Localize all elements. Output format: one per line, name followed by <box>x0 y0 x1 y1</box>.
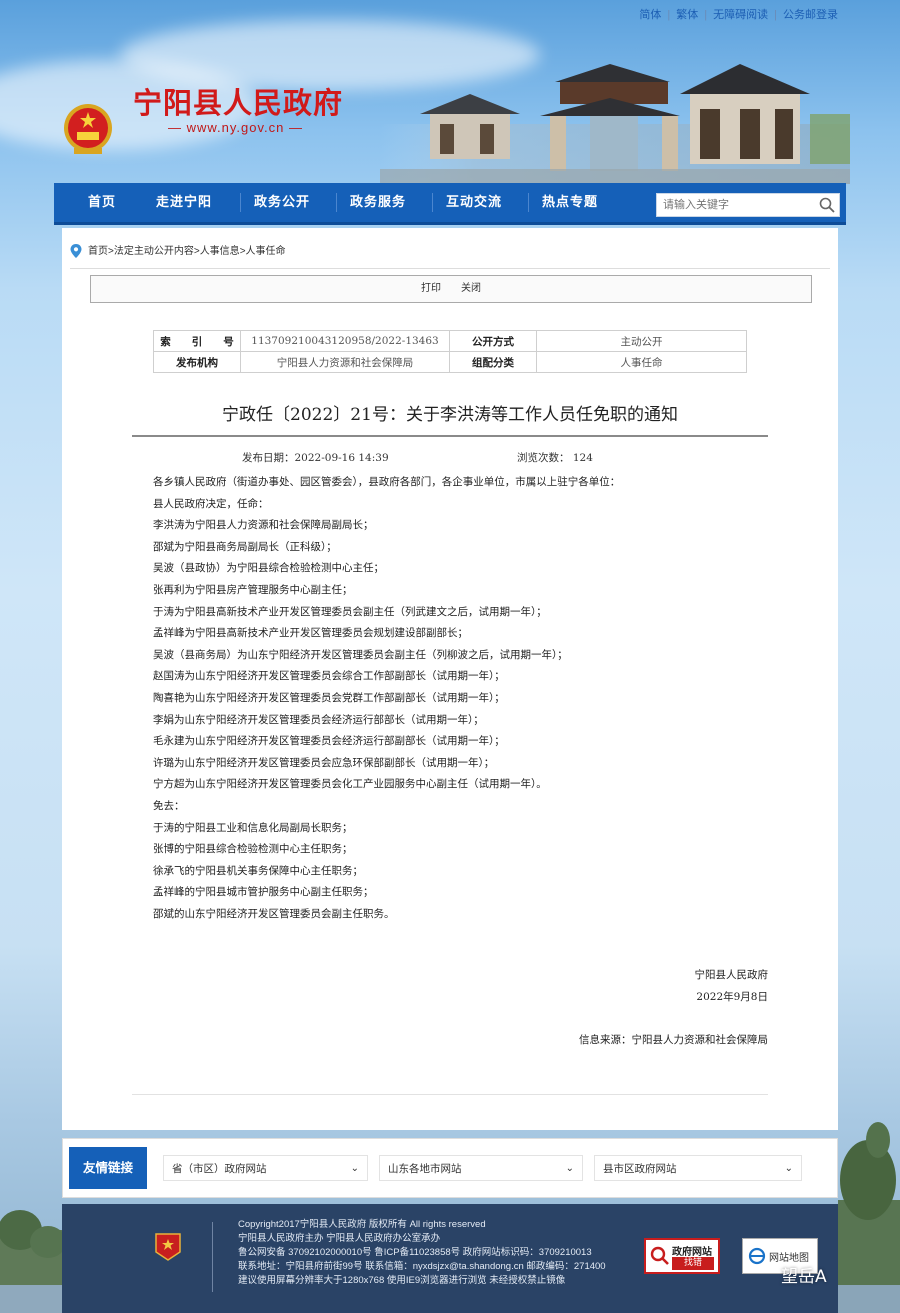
chevron-down-icon: ⌄ <box>784 1163 793 1174</box>
close-button[interactable]: 关闭 <box>461 283 481 294</box>
site-url: — www.ny.gov.cn — <box>168 120 303 135</box>
body-line: 县人民政府决定，任命： <box>153 497 269 510</box>
body-line: 吴波（县商务局）为山东宁阳经济开发区管理委员会副主任（列柳波之后，试用期一年）； <box>153 648 568 661</box>
title-divider <box>132 435 768 437</box>
body-line: 赵国涛为山东宁阳经济开发区管理委员会综合工作部副部长（试用期一年）； <box>153 670 505 683</box>
nav-interaction[interactable]: 互动交流 <box>426 183 522 222</box>
body-line: 毛永建为山东宁阳经济开发区管理委员会经济运行部副部长（试用期一年）； <box>153 735 505 748</box>
body-line: 于涛的宁阳县工业和信息化局副局长职务； <box>153 821 353 834</box>
accessibility-link[interactable]: 无障碍阅读 <box>713 9 768 21</box>
select-value: 省（市区）政府网站 <box>172 1163 267 1175</box>
copyright-line: Copyright2017宁阳县人民政府 版权所有 All rights res… <box>238 1219 486 1230</box>
search-box <box>656 193 840 217</box>
nav-about-ningyang[interactable]: 走进宁阳 <box>136 183 232 222</box>
gov-site-error-report-badge[interactable]: 政府网站 找错 <box>644 1238 720 1274</box>
chevron-down-icon: ⌄ <box>350 1163 359 1174</box>
county-sites-select[interactable]: 县市区政府网站 ⌄ <box>594 1155 802 1181</box>
friendly-links-bar: 友情链接 省（市区）政府网站 ⌄ 山东各地市网站 ⌄ 县市区政府网站 ⌄ <box>62 1138 838 1198</box>
national-emblem-icon[interactable] <box>62 102 114 160</box>
top-bar: 简体 | 繁体 | 无障碍阅读 | 公务邮登录 <box>0 0 900 26</box>
signature-block: 宁阳县人民政府 2022年9月8日 <box>695 964 769 1008</box>
body-line: 各乡镇人民政府（街道办事处、园区管委会），县政府各部门，各企事业单位，市属以上驻… <box>153 476 621 488</box>
divider <box>132 1094 768 1095</box>
signer: 宁阳县人民政府 <box>694 969 769 981</box>
content-panel: 首页>法定主动公开内容>人事信息>人事任命 打印 关闭 索 引 号 1137092… <box>62 228 838 1130</box>
contact-line: 联系地址：宁阳县府前街99号 联系信箱：nyxdsjzx@ta.shandong… <box>238 1261 606 1272</box>
ancient-buildings-banner <box>380 64 850 184</box>
body-line: 邵斌为宁阳县商务局副局长（正科级）； <box>153 540 337 553</box>
body-line: 张再利为宁阳县房产管理服务中心副主任； <box>153 583 353 596</box>
nav-hot-topics[interactable]: 热点专题 <box>522 183 618 222</box>
main-nav: 首页 走进宁阳 政务公开 政务服务 互动交流 热点专题 <box>54 183 846 225</box>
body-line: 许璐为山东宁阳经济开发区管理委员会应急环保部副部长（试用期一年）； <box>153 756 495 769</box>
breadcrumb: 首页>法定主动公开内容>人事信息>人事任命 <box>70 242 286 259</box>
open-method-label: 公开方式 <box>449 330 537 352</box>
publish-date: 发布日期：2022-09-16 14:39 <box>242 452 389 464</box>
body-line: 孟祥峰的宁阳县城市管护服务中心副主任职务； <box>153 886 374 899</box>
badge-subtitle: 找错 <box>672 1257 714 1270</box>
nav-gov-services[interactable]: 政务服务 <box>330 183 426 222</box>
ie-browser-icon <box>748 1247 766 1265</box>
watermark: 望岳A <box>781 1267 827 1287</box>
print-button[interactable]: 打印 <box>421 283 441 294</box>
divider <box>70 268 830 269</box>
search-input[interactable] <box>657 194 819 216</box>
top-links: 简体 | 繁体 | 无障碍阅读 | 公务邮登录 <box>639 9 838 21</box>
breadcrumb-legal-disclosure[interactable]: 法定主动公开内容 <box>114 246 194 257</box>
browser-note-line: 建议使用屏幕分辨率大于1280x768 使用IE9浏览器进行浏览 未经授权禁止镜… <box>238 1275 566 1286</box>
footer-info: Copyright2017宁阳县人民政府 版权所有 All rights res… <box>238 1218 606 1288</box>
body-line: 免去： <box>153 799 185 812</box>
party-emblem-icon <box>155 1233 181 1261</box>
index-value: 11370921004312095​8/2022-13463 <box>240 330 450 352</box>
body-line: 于涛为宁阳县高新技术产业开发区管理委员会副主任（列武建文之后，试用期一年）； <box>153 605 547 618</box>
site-footer: Copyright2017宁阳县人民政府 版权所有 All rights res… <box>62 1204 838 1313</box>
document-body: 各乡镇人民政府（街道办事处、园区管委会），县政府各部门，各企事业单位，市属以上驻… <box>153 472 773 925</box>
document-title: 宁政任〔2022〕21号：关于李洪涛等工作人员任免职的通知 <box>222 405 678 425</box>
body-line: 宁方超为山东宁阳经济开发区管理委员会化工产业园服务中心副主任（试用期一年）。 <box>153 778 547 791</box>
trees-decoration <box>0 1210 62 1313</box>
search-icon[interactable] <box>819 197 835 213</box>
footer-divider <box>212 1222 213 1292</box>
chevron-down-icon: ⌄ <box>565 1163 574 1174</box>
category-value: 人事任命 <box>536 351 747 373</box>
body-line: 吴波（县政协）为宁阳县综合检验检测中心主任； <box>153 562 384 575</box>
badge-title: 政府网站 <box>672 1247 712 1258</box>
magnifier-icon <box>650 1246 669 1265</box>
index-label: 索 引 号 <box>153 330 241 352</box>
view-count: 浏览次数： 124 <box>517 452 593 464</box>
breadcrumb-appointment[interactable]: 人事任命 <box>246 246 286 257</box>
official-mail-login-link[interactable]: 公务邮登录 <box>783 9 838 21</box>
publisher-value: 宁阳县人力资源和社会保障局 <box>240 351 450 373</box>
site-title[interactable]: 宁阳县人民政府 <box>133 80 343 122</box>
select-value: 山东各地市网站 <box>388 1163 462 1175</box>
province-sites-select[interactable]: 省（市区）政府网站 ⌄ <box>163 1155 368 1181</box>
body-line: 徐承飞的宁阳县机关事务保障中心主任职务； <box>153 864 363 877</box>
article-toolbar: 打印 关闭 <box>90 275 812 303</box>
simplified-link[interactable]: 简体 <box>639 9 661 21</box>
meta-table: 索 引 号 11370921004312095​8/2022-13463 公开方… <box>153 330 747 373</box>
trees-decoration <box>838 1122 900 1313</box>
city-sites-select[interactable]: 山东各地市网站 ⌄ <box>379 1155 583 1181</box>
select-value: 县市区政府网站 <box>603 1163 677 1175</box>
category-label: 组配分类 <box>449 351 537 373</box>
body-line: 孟祥峰为宁阳县高新技术产业开发区管理委员会规划建设部副部长； <box>153 627 468 640</box>
site-header: 宁阳县人民政府 — www.ny.gov.cn — <box>0 26 900 184</box>
info-source: 信息来源：宁阳县人力资源和社会保障局 <box>579 1034 768 1046</box>
nav-gov-affairs-open[interactable]: 政务公开 <box>234 183 330 222</box>
breadcrumb-home[interactable]: 首页 <box>88 246 108 257</box>
host-line: 宁阳县人民政府主办 宁阳县人民政府办公室承办 <box>238 1233 441 1244</box>
body-line: 陶喜艳为山东宁阳经济开发区管理委员会党群工作部副部长（试用期一年）； <box>153 691 505 704</box>
body-line: 邵斌的山东宁阳经济开发区管理委员会副主任职务。 <box>153 907 395 920</box>
body-line: 李娟为山东宁阳经济开发区管理委员会经济运行部部长（试用期一年）； <box>153 713 484 726</box>
breadcrumb-personnel-info[interactable]: 人事信息 <box>200 246 240 257</box>
body-line: 李洪涛为宁阳县人力资源和社会保障局副局长； <box>153 519 374 532</box>
location-pin-icon <box>70 244 82 259</box>
publisher-label: 发布机构 <box>153 351 241 373</box>
open-method-value: 主动公开 <box>536 330 747 352</box>
registration-line: 鲁公网安备 37092102000010号 鲁ICP备11023858号 政府网… <box>238 1247 592 1258</box>
body-line: 张博的宁阳县综合检验检测中心主任职务； <box>153 843 353 856</box>
friendly-links-label: 友情链接 <box>69 1147 147 1189</box>
sign-date: 2022年9月8日 <box>696 991 768 1003</box>
traditional-link[interactable]: 繁体 <box>676 9 698 21</box>
